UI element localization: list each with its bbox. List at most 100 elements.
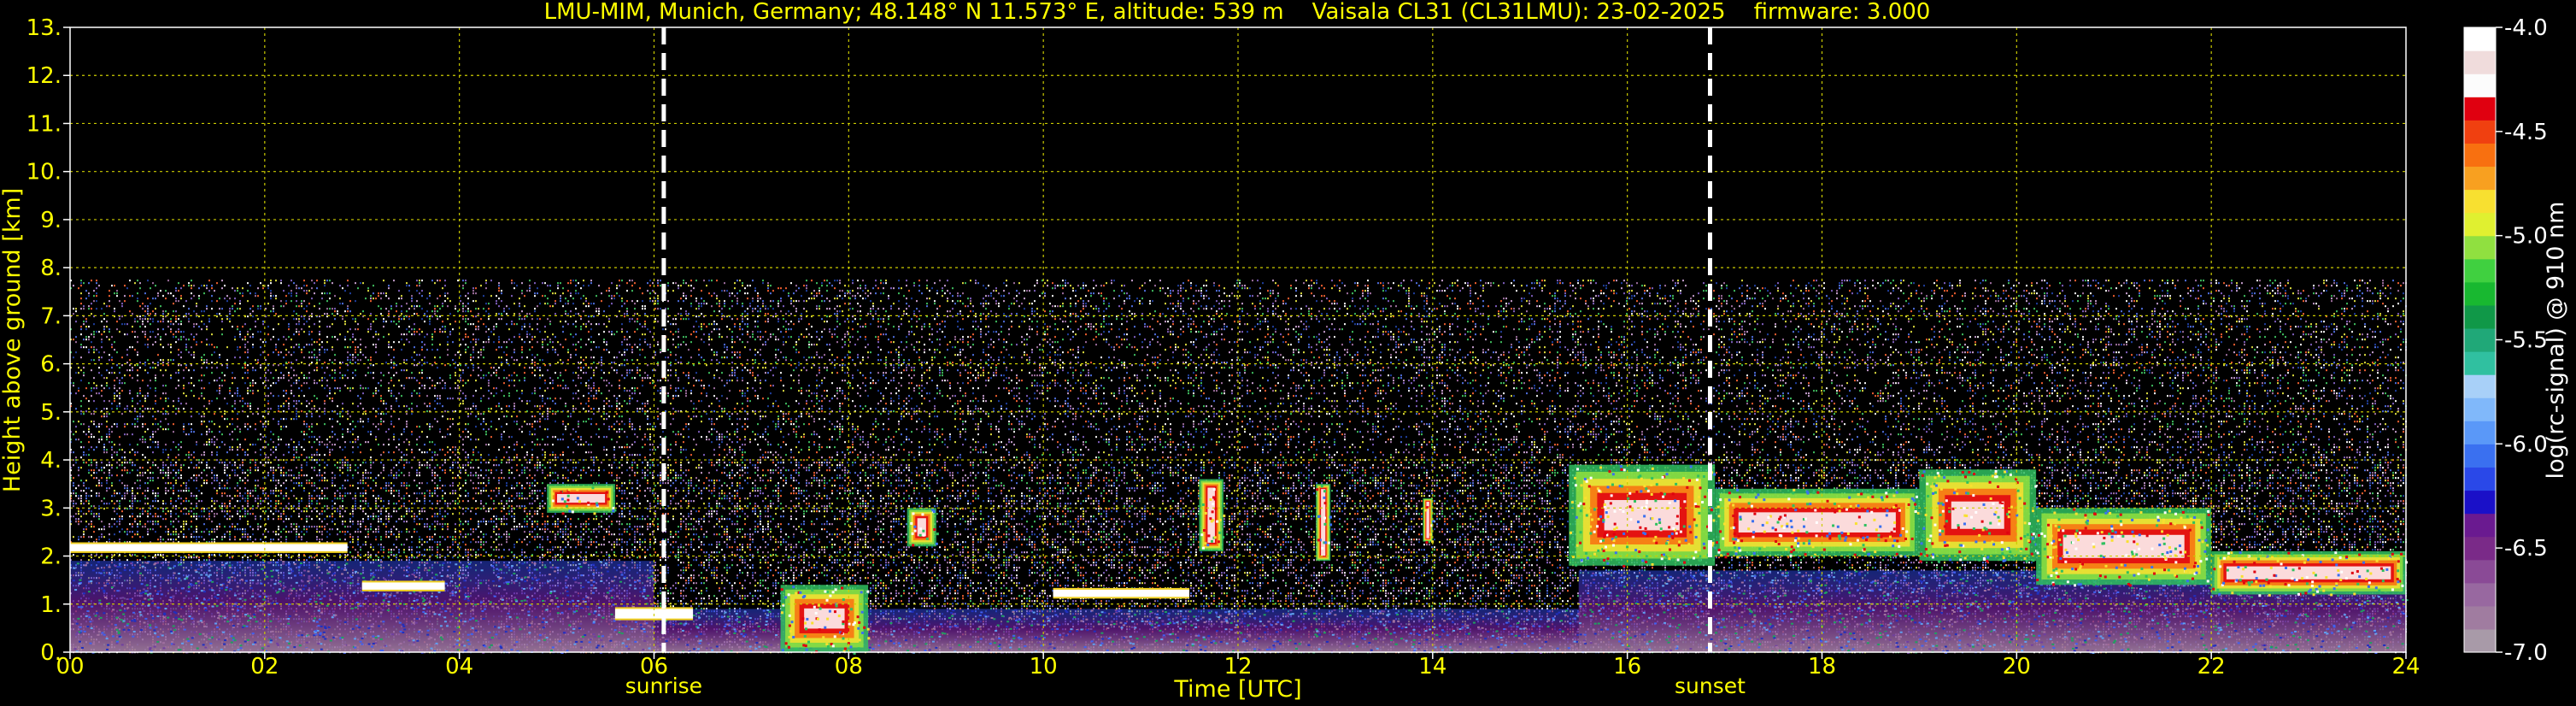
noise-pixel [1321, 313, 1323, 315]
noise-pixel [296, 331, 297, 332]
noise-pixel [2249, 326, 2250, 327]
noise-pixel [2362, 305, 2363, 307]
noise-pixel [877, 336, 879, 338]
noise-pixel [2041, 300, 2043, 302]
noise-pixel [2141, 308, 2143, 309]
noise-pixel [2331, 333, 2332, 335]
noise-pixel [2269, 326, 2271, 327]
noise-pixel [1282, 300, 1284, 302]
noise-pixel [1869, 328, 1871, 330]
noise-pixel [1954, 305, 1956, 307]
noise-pixel [1090, 305, 1092, 307]
noise-pixel [1272, 279, 1274, 281]
noise-pixel [1462, 287, 1464, 289]
noise-pixel [667, 282, 669, 284]
noise-pixel [1405, 292, 1407, 294]
noise-pixel [155, 297, 156, 299]
noise-pixel [1913, 326, 1915, 327]
noise-pixel [2274, 336, 2276, 338]
noise-pixel [2008, 328, 2010, 330]
noise-pixel [1223, 305, 1225, 307]
noise-pixel [877, 318, 879, 320]
noise-pixel [1129, 297, 1130, 299]
noise-pixel [1472, 328, 1474, 330]
noise-pixel [1723, 336, 1725, 338]
noise-pixel [560, 297, 561, 299]
noise-pixel [842, 290, 843, 291]
noise-pixel [183, 336, 185, 338]
noise-pixel [2315, 331, 2317, 332]
noise-pixel [1421, 292, 1423, 294]
noise-pixel [1916, 290, 1917, 291]
noise-pixel [962, 318, 964, 320]
noise-pixel [465, 318, 466, 320]
noise-pixel [1441, 333, 1443, 335]
noise-pixel [424, 336, 425, 338]
noise-pixel [772, 290, 774, 291]
noise-pixel [132, 313, 133, 315]
noise-pixel [767, 321, 769, 322]
noise-pixel [1580, 287, 1581, 289]
noise-pixel [1777, 308, 1779, 309]
noise-pixel [337, 310, 338, 312]
noise-pixel [2167, 290, 2168, 291]
noise-pixel [2215, 310, 2217, 312]
noise-pixel [698, 305, 700, 307]
noise-pixel [170, 292, 172, 294]
noise-pixel [1141, 297, 1143, 299]
noise-pixel [1124, 333, 1125, 335]
noise-pixel [1418, 313, 1420, 315]
noise-pixel [944, 321, 946, 322]
noise-pixel [1439, 285, 1441, 286]
noise-pixel [2095, 326, 2097, 327]
noise-pixel [701, 328, 702, 330]
noise-pixel [667, 285, 669, 286]
noise-pixel [2062, 285, 2063, 286]
noise-pixel [1036, 333, 1038, 335]
noise-pixel [1380, 310, 1382, 312]
noise-pixel [1052, 305, 1053, 307]
noise-pixel [1713, 297, 1715, 299]
noise-pixel [1736, 300, 1738, 302]
noise-pixel [1798, 300, 1799, 302]
noise-pixel [1498, 285, 1499, 286]
noise-pixel [685, 310, 687, 312]
noise-pixel [324, 292, 326, 294]
noise-pixel [2228, 297, 2230, 299]
noise-pixel [1241, 310, 1243, 312]
noise-pixel [1134, 313, 1135, 315]
noise-pixel [2008, 282, 2010, 284]
noise-pixel [393, 321, 395, 322]
noise-pixel [1646, 310, 1648, 312]
noise-pixel [1190, 285, 1192, 286]
noise-pixel [967, 305, 969, 307]
noise-pixel [2151, 318, 2153, 320]
noise-pixel [2264, 303, 2266, 304]
noise-pixel [2095, 338, 2097, 340]
noise-pixel [1872, 285, 1874, 286]
noise-pixel [2251, 292, 2253, 294]
noise-pixel [319, 315, 320, 317]
noise-pixel [2236, 338, 2238, 340]
noise-pixel [1100, 295, 1102, 297]
noise-pixel [434, 313, 436, 315]
noise-pixel [1054, 305, 1056, 307]
noise-pixel [1772, 338, 1774, 340]
noise-pixel [931, 341, 933, 343]
noise-pixel [2067, 313, 2068, 315]
noise-pixel [1813, 333, 1815, 335]
noise-pixel [2005, 323, 2007, 325]
noise-pixel [1218, 285, 1220, 286]
noise-pixel [1047, 285, 1048, 286]
noise-pixel [754, 338, 756, 340]
noise-pixel [2403, 323, 2404, 325]
noise-pixel [1754, 321, 1756, 322]
noise-pixel [465, 333, 466, 335]
noise-pixel [1029, 318, 1030, 320]
noise-pixel [1739, 287, 1740, 289]
noise-pixel [455, 321, 456, 322]
noise-pixel [1088, 323, 1089, 325]
noise-pixel [2328, 338, 2330, 340]
noise-pixel [352, 336, 354, 338]
noise-pixel [406, 310, 408, 312]
